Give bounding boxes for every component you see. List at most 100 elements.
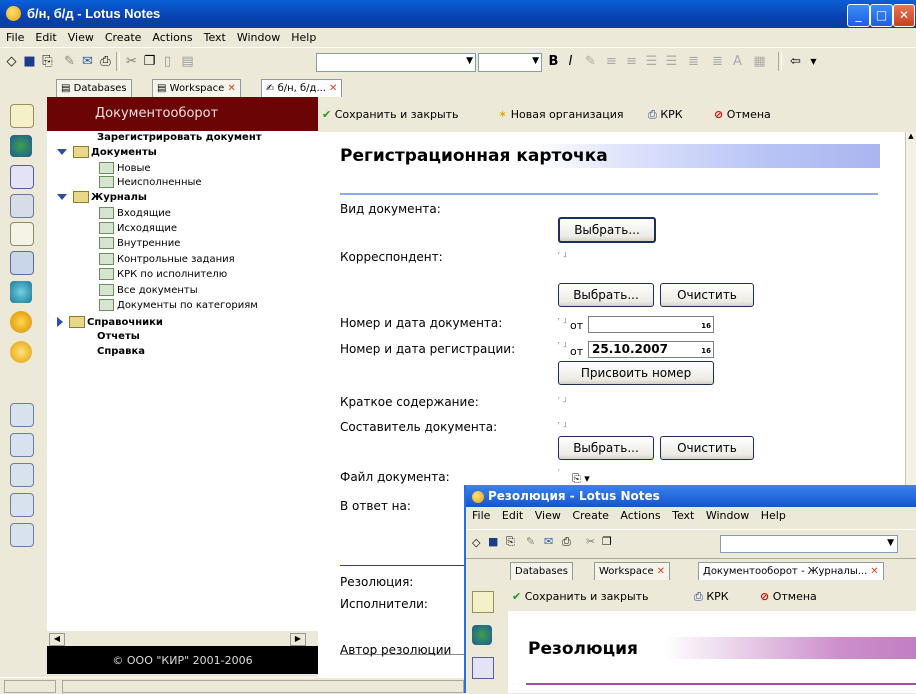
assign-number-button[interactable]: Присвоить номер <box>558 361 714 385</box>
replicator-bookmark-icon[interactable] <box>10 251 34 275</box>
nav-krk-by-executor[interactable]: КРК по исполнителю <box>99 268 227 280</box>
tab-databases[interactable]: ▤ Databases <box>56 79 132 97</box>
folder-bookmark-icon[interactable] <box>10 403 34 427</box>
menu-help[interactable]: Help <box>285 28 321 44</box>
doc-date-field[interactable]: 16 <box>588 316 714 333</box>
field-marker-icon[interactable]: ʳ ˩ <box>558 340 567 349</box>
db-bookmark-icon[interactable] <box>10 311 32 333</box>
field-marker-icon[interactable]: ʳ <box>558 467 560 476</box>
save-icon[interactable]: ■ <box>488 535 498 548</box>
paste-icon[interactable]: ▯ <box>160 54 175 69</box>
copy-icon[interactable]: ❐ <box>142 54 157 69</box>
table-icon[interactable]: ▦ <box>752 54 767 69</box>
close-tab-icon[interactable]: ✕ <box>870 566 878 577</box>
size-dropdown[interactable]: ▼ <box>478 53 542 72</box>
clipboard-icon[interactable]: ▤ <box>180 54 195 69</box>
tab-workspace[interactable]: Workspace ✕ <box>594 562 671 580</box>
new-organization-action[interactable]: ✶ Новая организация <box>498 108 623 121</box>
menu-text[interactable]: Text <box>198 28 231 44</box>
save-close-action[interactable]: ✔ Сохранить и закрыть <box>512 590 649 603</box>
db2-bookmark-icon[interactable] <box>10 341 32 363</box>
field-marker-icon[interactable]: ʳ ˩ <box>558 250 567 259</box>
nav-journals[interactable]: Журналы <box>57 191 147 203</box>
text-style-icon[interactable]: A <box>730 54 745 69</box>
menu-view[interactable]: View <box>62 28 99 44</box>
cancel-action[interactable]: ⊘ Отмена <box>760 590 817 603</box>
author-choose-button[interactable]: Выбрать... <box>558 436 654 460</box>
nav-control-tasks[interactable]: Контрольные задания <box>99 253 235 265</box>
close-tab-icon[interactable]: ✕ <box>329 83 337 94</box>
print-icon[interactable]: ⎙ <box>98 54 113 69</box>
outdent-icon[interactable]: ≣ <box>710 54 725 69</box>
menu-edit[interactable]: Edit <box>29 28 61 44</box>
calendar-bookmark-icon[interactable] <box>10 165 34 189</box>
nav-incoming[interactable]: Входящие <box>99 207 171 219</box>
align-center-icon[interactable]: ≡ <box>624 54 639 69</box>
field-marker-icon[interactable]: ʳ ˩ <box>558 395 567 404</box>
cancel-action[interactable]: ⊘ Отмена <box>714 108 771 121</box>
italic-button[interactable]: I <box>563 54 578 69</box>
refresh-icon[interactable]: ◇ <box>472 536 480 549</box>
expanded-icon[interactable] <box>57 194 67 200</box>
tab-journals[interactable]: Документооборот - Журналы... ✕ <box>698 562 884 580</box>
maximize-button[interactable]: □ <box>870 4 893 27</box>
edit-icon[interactable]: ✎ <box>526 535 535 548</box>
bold-button[interactable]: B <box>546 54 561 69</box>
cut-icon[interactable]: ✂ <box>586 535 595 548</box>
nav-outgoing[interactable]: Исходящие <box>99 222 177 234</box>
correspondent-choose-button[interactable]: Выбрать... <box>558 283 654 307</box>
refresh-icon[interactable]: ◇ <box>4 54 19 69</box>
doc-type-choose-button[interactable]: Выбрать... <box>558 217 656 243</box>
author-clear-button[interactable]: Очистить <box>660 436 754 460</box>
highlight-icon[interactable]: ✎ <box>583 54 598 69</box>
collapsed-icon[interactable] <box>57 317 63 327</box>
font-dropdown[interactable]: ▼ <box>720 535 898 553</box>
sametime-bookmark-icon[interactable] <box>10 281 32 303</box>
field-marker-icon[interactable]: ʳ ˩ <box>558 420 567 429</box>
number-list-icon[interactable]: ☰ <box>664 54 679 69</box>
nav-horizontal-scrollbar[interactable]: ◀ ▶ <box>47 630 318 647</box>
contacts-bookmark-icon[interactable] <box>10 194 34 218</box>
close-tab-icon[interactable]: ✕ <box>657 566 665 577</box>
align-left-icon[interactable]: ≡ <box>604 54 619 69</box>
back-dropdown-icon[interactable]: ▼ <box>806 54 821 69</box>
folder-bookmark-icon[interactable] <box>10 463 34 487</box>
folder-bookmark-icon[interactable] <box>10 493 34 517</box>
nav-register-document[interactable]: Зарегистрировать документ <box>97 132 262 143</box>
cut-icon[interactable]: ✂ <box>124 54 139 69</box>
nav-documents[interactable]: Документы <box>57 146 157 158</box>
correspondent-clear-button[interactable]: Очистить <box>660 283 754 307</box>
krk-action[interactable]: ⎙ КРК <box>694 590 729 604</box>
menu-actions[interactable]: Actions <box>146 28 197 44</box>
mail-icon[interactable]: ✉ <box>544 535 553 548</box>
print-icon[interactable]: ⎙ <box>562 535 571 549</box>
font-dropdown[interactable]: ▼ <box>316 53 476 72</box>
bullet-list-icon[interactable]: ☰ <box>644 54 659 69</box>
web-bookmark-icon[interactable] <box>10 135 32 157</box>
nav-internal[interactable]: Внутренние <box>99 237 180 249</box>
reg-date-field[interactable]: 25.10.2007 16 <box>588 341 714 358</box>
minimize-button[interactable]: _ <box>847 4 870 27</box>
krk-action[interactable]: ⎙ КРК <box>648 108 683 122</box>
copy-icon[interactable]: ❐ <box>602 535 612 548</box>
open-icon[interactable]: ⎘ <box>40 54 55 69</box>
scroll-up-icon[interactable]: ▲ <box>906 132 916 146</box>
save-icon[interactable]: ■ <box>22 54 37 69</box>
nav-documents-by-category[interactable]: Документы по категориям <box>99 299 258 311</box>
web-bookmark-icon[interactable] <box>472 625 492 645</box>
nav-unfulfilled[interactable]: Неисполненные <box>99 176 202 188</box>
nav-all-documents[interactable]: Все документы <box>99 284 198 296</box>
scroll-right-icon[interactable]: ▶ <box>290 633 306 646</box>
nav-reports[interactable]: Отчеты <box>97 331 140 342</box>
menu-window[interactable]: Window <box>231 28 285 44</box>
scroll-left-icon[interactable]: ◀ <box>49 633 65 646</box>
attach-file-icon[interactable]: ⎘ ▾ <box>572 472 590 486</box>
nav-help[interactable]: Справка <box>97 346 145 357</box>
tab-databases[interactable]: Databases <box>510 562 573 580</box>
close-button[interactable]: ✕ <box>893 4 915 27</box>
open-icon[interactable]: ⎘ <box>506 535 515 549</box>
edit-icon[interactable]: ✎ <box>62 54 77 69</box>
indent-icon[interactable]: ≣ <box>686 54 701 69</box>
expanded-icon[interactable] <box>57 149 67 155</box>
nav-directories[interactable]: Справочники <box>57 316 163 328</box>
